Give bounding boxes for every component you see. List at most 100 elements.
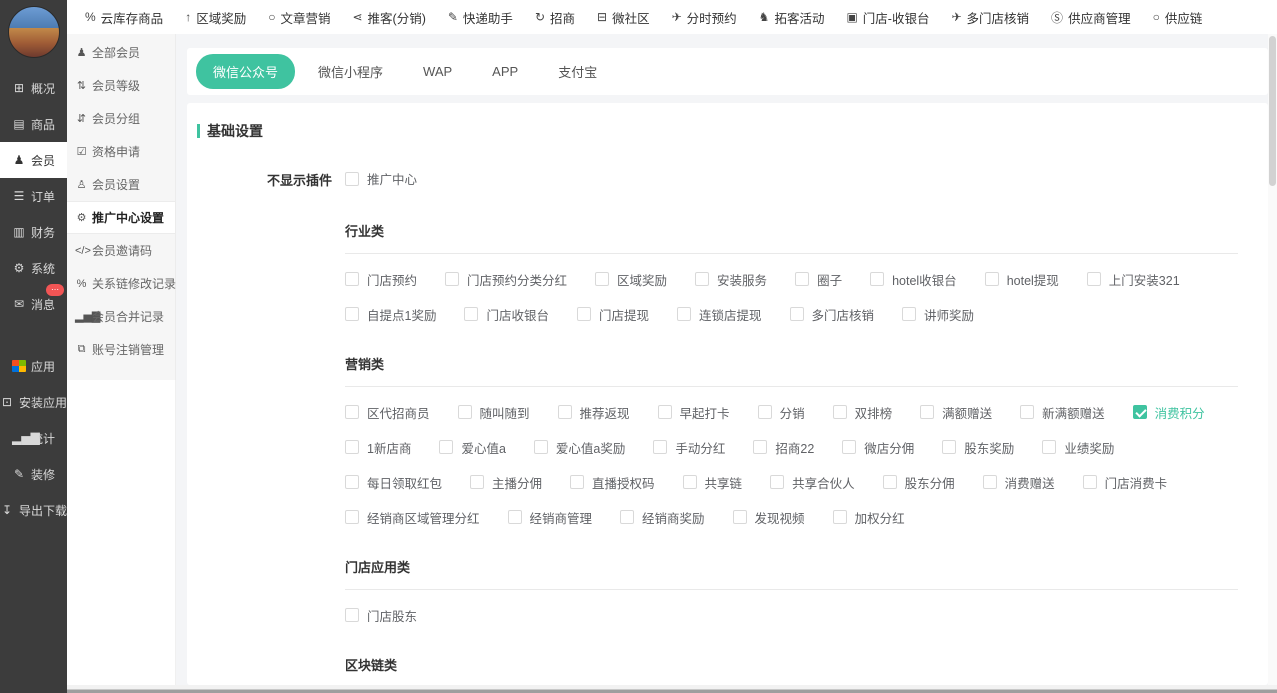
checkbox-icon[interactable]: [985, 272, 999, 286]
sidebar-item-messages[interactable]: ✉ 消息 ⋯: [0, 286, 67, 322]
checkbox-icon[interactable]: [345, 307, 359, 321]
sidebar-item-members[interactable]: ♟ 会员: [0, 142, 67, 178]
topnav-item-arrow-up[interactable]: ↑ 区域奖励: [185, 8, 246, 27]
topnav-item-link[interactable]: % 云库存商品: [85, 8, 163, 27]
checkbox-item[interactable]: 门店消费卡: [1083, 473, 1168, 492]
checkbox-icon[interactable]: [842, 440, 856, 454]
submenu-item-member-merge-log[interactable]: ▂▅▇ 会员合并记录: [67, 300, 175, 333]
checkbox-icon[interactable]: [345, 475, 359, 489]
submenu-item-all-members[interactable]: ♟ 全部会员: [67, 36, 175, 69]
sidebar-item-goods[interactable]: ▤ 商品: [0, 106, 67, 142]
topnav-item-chain[interactable]: ○ 供应链: [1153, 8, 1203, 27]
checkbox-icon[interactable]: [683, 475, 697, 489]
checkbox-item[interactable]: 手动分红: [653, 438, 725, 457]
checkbox-icon[interactable]: [983, 475, 997, 489]
checkbox-item[interactable]: 发现视频: [733, 508, 805, 527]
sidebar-item-system[interactable]: ⚙ 系统: [0, 250, 67, 286]
checkbox-icon[interactable]: [920, 405, 934, 419]
checkbox-item[interactable]: 上门安装321: [1087, 270, 1180, 289]
checkbox-icon[interactable]: [595, 272, 609, 286]
checkbox-item[interactable]: 经销商奖励: [620, 508, 705, 527]
checkbox-item[interactable]: 股东分佣: [883, 473, 955, 492]
checkbox-icon[interactable]: [795, 272, 809, 286]
checkbox-icon[interactable]: [345, 510, 359, 524]
submenu-item-promotion-center-settings[interactable]: ⚙ 推广中心设置: [67, 201, 175, 234]
checkbox-icon[interactable]: [1087, 272, 1101, 286]
checkbox-item[interactable]: 爱心值a奖励: [534, 438, 625, 457]
topnav-item-share[interactable]: ⋖ 推客(分销): [352, 8, 425, 27]
sidebar-item-install-apps[interactable]: ⊡ 安装应用: [0, 384, 67, 420]
checkbox-item[interactable]: 爱心值a: [439, 438, 505, 457]
scrollbar-thumb[interactable]: [1269, 36, 1276, 186]
checkbox-item[interactable]: 经销商区域管理分红: [345, 508, 480, 527]
checkbox-icon[interactable]: [883, 475, 897, 489]
checkbox-icon[interactable]: [833, 510, 847, 524]
sidebar-item-orders[interactable]: ☰ 订单: [0, 178, 67, 214]
avatar[interactable]: [8, 6, 60, 58]
checkbox-item[interactable]: 门店预约: [345, 270, 417, 289]
checkbox-item[interactable]: 圈子: [795, 270, 842, 289]
topnav-item-recycle[interactable]: ↻ 招商: [535, 8, 575, 27]
checkbox-icon[interactable]: [570, 475, 584, 489]
checkbox-item[interactable]: 双排榜: [833, 403, 893, 422]
checkbox-icon[interactable]: [1042, 440, 1056, 454]
checkbox-item[interactable]: 区代招商员: [345, 403, 430, 422]
topnav-item-pencil[interactable]: ✎ 快递助手: [448, 8, 513, 27]
checkbox-item[interactable]: 门店收银台: [464, 305, 549, 324]
tab-wap[interactable]: WAP: [406, 56, 469, 87]
checkbox-item[interactable]: 消费积分: [1133, 403, 1205, 422]
topnav-item-activity[interactable]: ♞ 拓客活动: [759, 8, 825, 27]
checkbox-icon[interactable]: [1083, 475, 1097, 489]
sidebar-item-statistics[interactable]: ▂▅▇ 统计: [0, 420, 67, 456]
checkbox-icon[interactable]: [470, 475, 484, 489]
checkbox-item[interactable]: 讲师奖励: [902, 305, 974, 324]
checkbox-item[interactable]: 门店提现: [577, 305, 649, 324]
checkbox-item[interactable]: 经销商管理: [508, 508, 593, 527]
checkbox-icon[interactable]: [508, 510, 522, 524]
topnav-item-verify[interactable]: ✈ 多门店核销: [951, 8, 1029, 27]
checkbox-item[interactable]: 共享链: [683, 473, 743, 492]
checkbox-icon[interactable]: [345, 405, 359, 419]
checkbox-item[interactable]: 分销: [758, 403, 805, 422]
sidebar-item-apps[interactable]: 应用: [0, 348, 67, 384]
checkbox-icon[interactable]: [733, 510, 747, 524]
checkbox-item[interactable]: 业绩奖励: [1042, 438, 1114, 457]
submenu-item-member-invite-code[interactable]: </> 会员邀请码: [67, 234, 175, 267]
checkbox-icon[interactable]: [833, 405, 847, 419]
checkbox-icon[interactable]: [345, 172, 359, 186]
submenu-item-relation-modify-log[interactable]: % 关系链修改记录: [67, 267, 175, 300]
sidebar-item-overview[interactable]: ⊞ 概况: [0, 70, 67, 106]
checkbox-icon[interactable]: [653, 440, 667, 454]
checkbox-item[interactable]: 多门店核销: [790, 305, 875, 324]
topnav-item-dart[interactable]: ✈ 分时预约: [672, 8, 737, 27]
checkbox-icon[interactable]: [902, 307, 916, 321]
topnav-item-circle[interactable]: ○ 文章营销: [268, 8, 330, 27]
checkbox-item[interactable]: 1新店商: [345, 438, 411, 457]
checkbox-item[interactable]: 推荐返现: [558, 403, 630, 422]
checkbox-item[interactable]: hotel提现: [985, 270, 1059, 289]
checkbox-item[interactable]: 区域奖励: [595, 270, 667, 289]
checkbox-icon[interactable]: [770, 475, 784, 489]
checkbox-icon[interactable]: [345, 440, 359, 454]
checkbox-icon[interactable]: [458, 405, 472, 419]
submenu-item-member-levels[interactable]: ⇅ 会员等级: [67, 69, 175, 102]
topnav-item-community[interactable]: ⊟ 微社区: [597, 8, 650, 27]
checkbox-icon[interactable]: [942, 440, 956, 454]
checkbox-icon[interactable]: [577, 307, 591, 321]
tab-app[interactable]: APP: [475, 56, 535, 87]
checkbox-item[interactable]: 安装服务: [695, 270, 767, 289]
checkbox-item[interactable]: 满额赠送: [920, 403, 992, 422]
checkbox-item[interactable]: hotel收银台: [870, 270, 957, 289]
checkbox-item[interactable]: 门店预约分类分红: [445, 270, 567, 289]
topnav-item-supplier[interactable]: Ⓢ 供应商管理: [1051, 8, 1131, 27]
checkbox-icon[interactable]: [445, 272, 459, 286]
checkbox-item[interactable]: 自提点1奖励: [345, 305, 436, 324]
checkbox-icon[interactable]: [695, 272, 709, 286]
tab-wechat-miniprogram[interactable]: 微信小程序: [301, 54, 400, 89]
checkbox-item[interactable]: 微店分佣: [842, 438, 914, 457]
checkbox-item[interactable]: 招商22: [753, 438, 814, 457]
submenu-item-account-cancel-manage[interactable]: ⧉ 账号注销管理: [67, 333, 175, 366]
checkbox-icon[interactable]: [1133, 405, 1147, 419]
checkbox-item[interactable]: 共享合伙人: [770, 473, 855, 492]
checkbox-icon[interactable]: [870, 272, 884, 286]
